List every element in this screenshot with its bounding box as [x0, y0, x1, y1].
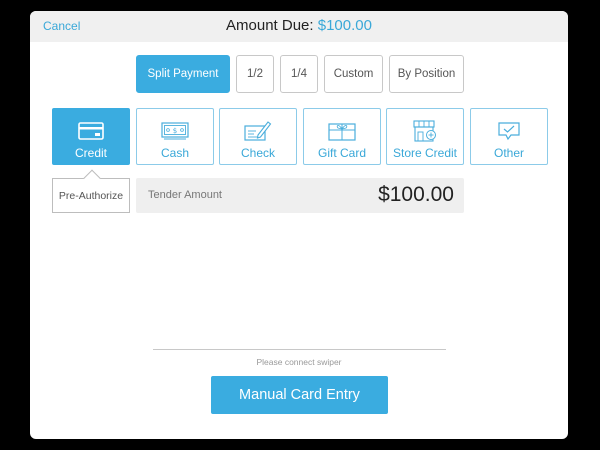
check-pen-icon — [243, 120, 273, 142]
payment-modal: Cancel Amount Due: $100.00 Split Payment… — [30, 11, 568, 439]
modal-header: Cancel Amount Due: $100.00 — [30, 11, 568, 42]
credit-card-icon — [76, 120, 106, 142]
tender-label: Cash — [160, 146, 189, 160]
tender-check-button[interactable]: Check — [219, 108, 297, 165]
svg-text:$: $ — [173, 127, 177, 135]
tender-label: Credit — [74, 146, 107, 160]
amount-due-value: $100.00 — [317, 17, 372, 34]
tender-amount-label: Tender Amount — [148, 189, 222, 201]
cash-icon: $ — [160, 120, 190, 142]
split-by-position-button[interactable]: By Position — [389, 55, 464, 93]
tender-label: Store Credit — [392, 146, 458, 160]
split-half-button[interactable]: 1/2 — [236, 55, 274, 93]
swiper-status: Please connect swiper — [256, 357, 342, 367]
tender-cash-button[interactable]: $ Cash — [136, 108, 214, 165]
tender-label: Other — [493, 146, 524, 160]
chat-check-icon — [494, 120, 524, 142]
tender-other-button[interactable]: Other — [470, 108, 548, 165]
tender-gift-card-button[interactable]: Gift Card — [303, 108, 381, 165]
split-custom-button[interactable]: Custom — [324, 55, 383, 93]
tender-store-credit-button[interactable]: Store Credit — [386, 108, 464, 165]
store-icon — [410, 120, 440, 142]
swiper-divider — [153, 349, 446, 350]
split-payment-button[interactable]: Split Payment — [136, 55, 230, 93]
amount-due-title: Amount Due: $100.00 — [30, 17, 568, 34]
tender-credit-button[interactable]: Credit — [52, 108, 130, 165]
tender-amount-value: $100.00 — [378, 183, 454, 206]
gift-card-icon — [327, 120, 357, 142]
tender-label: Check — [240, 146, 275, 160]
tender-label: Gift Card — [317, 146, 366, 160]
amount-due-label: Amount Due: — [226, 17, 314, 34]
manual-card-entry-button[interactable]: Manual Card Entry — [211, 376, 388, 414]
tender-amount-field[interactable]: Tender Amount $100.00 — [136, 178, 464, 213]
split-quarter-button[interactable]: 1/4 — [280, 55, 318, 93]
